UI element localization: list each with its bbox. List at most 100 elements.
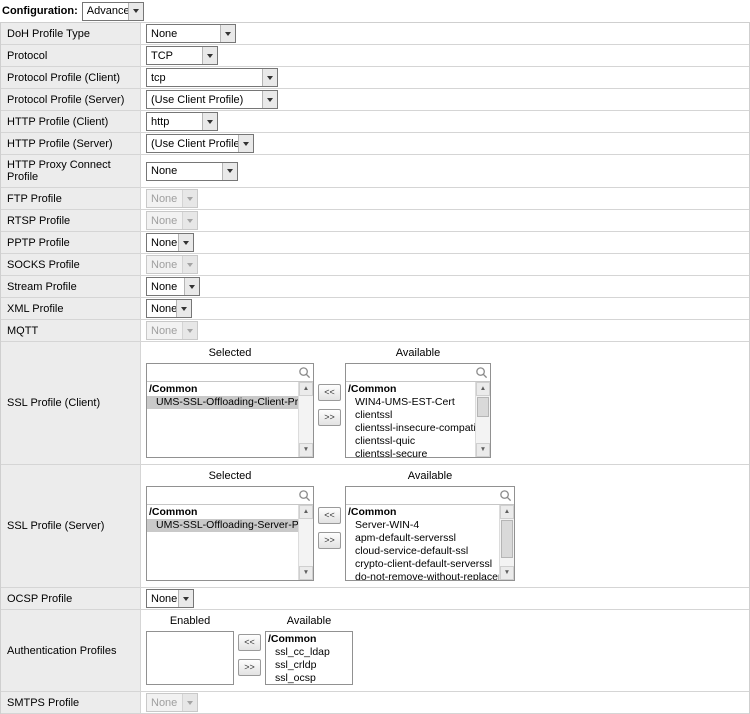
field-label: Protocol Profile (Client) [1,67,141,88]
http-profile-client-select[interactable]: http [146,112,218,131]
row-protocol-profile-client: Protocol Profile (Client) tcp [1,67,749,89]
scrollbar[interactable]: ▲ ▼ [298,505,313,580]
ssl-client-selected-filter-input[interactable] [147,364,313,381]
list-item[interactable]: apm-default-serverssl [346,532,499,545]
ssl-client-move-right-button[interactable]: >> [318,409,341,426]
chevron-down-icon [128,3,143,20]
chevron-down-icon [178,590,193,607]
auth-move-right-button[interactable]: >> [238,659,261,676]
scroll-down-button[interactable]: ▼ [299,566,313,580]
search-icon [298,366,311,379]
protocol-profile-client-select[interactable]: tcp [146,68,278,87]
row-ftp-profile: FTP Profile None [1,188,749,210]
partition-group-label: /Common [346,506,499,519]
list-item[interactable]: clientssl [346,409,475,422]
http-proxy-connect-profile-select[interactable]: None [146,162,238,181]
row-pptp-profile: PPTP Profile None [1,232,749,254]
protocol-select[interactable]: TCP [146,46,218,65]
configuration-select[interactable]: Advanced [82,2,144,21]
chevron-down-icon [262,69,277,86]
row-smtps-profile: SMTPS Profile None [1,692,749,714]
xml-profile-select[interactable]: None [146,299,192,318]
ssl-client-move-left-button[interactable]: << [318,384,341,401]
protocol-profile-server-select[interactable]: (Use Client Profile) [146,90,278,109]
doh-profile-type-select[interactable]: None [146,24,236,43]
scroll-up-button[interactable]: ▲ [476,382,490,396]
chevron-down-icon [262,91,277,108]
row-rtsp-profile: RTSP Profile None [1,210,749,232]
search-icon [298,489,311,502]
configuration-select-value: Advanced [87,5,128,17]
available-column-header: Available [265,614,353,631]
ssl-server-selected-listbox[interactable]: /Common UMS-SSL-Offloading-Server-Profil… [147,505,313,580]
list-item[interactable]: ssl_crldp [266,659,352,672]
scroll-up-button[interactable]: ▲ [500,505,514,519]
auth-move-left-button[interactable]: << [238,634,261,651]
row-ssl-profile-server: SSL Profile (Server) Selected /Com [1,465,749,588]
list-item[interactable]: do-not-remove-without-replacement [346,571,499,580]
stream-profile-select[interactable]: None [146,277,200,296]
enabled-column-header: Enabled [146,614,234,631]
list-item[interactable]: ssl_cc_ldap [266,646,352,659]
chevron-down-icon [238,135,253,152]
list-item[interactable]: clientssl-secure [346,448,475,457]
field-label: SMTPS Profile [1,692,141,713]
socks-profile-select: None [146,255,198,274]
http-profile-server-select[interactable]: (Use Client Profile) [146,134,254,153]
list-item[interactable]: ssl_ocsp [266,672,352,684]
ssl-client-available-filter-input[interactable] [346,364,490,381]
scrollbar[interactable]: ▲ ▼ [298,382,313,457]
auth-available-listbox[interactable]: /Common ssl_cc_ldap ssl_crldp ssl_ocsp [266,632,352,684]
chevron-down-icon [182,322,197,339]
ocsp-profile-select[interactable]: None [146,589,194,608]
smtps-profile-select: None [146,693,198,712]
list-item[interactable]: Server-WIN-4 [346,519,499,532]
scrollbar-thumb[interactable] [477,397,489,417]
list-item[interactable]: WIN4-UMS-EST-Cert [346,396,475,409]
rtsp-profile-select: None [146,211,198,230]
list-item[interactable]: UMS-SSL-Offloading-Server-Profile [147,519,298,532]
available-column-header: Available [345,346,491,363]
ssl-client-available-listbox[interactable]: /Common WIN4-UMS-EST-Cert clientssl clie… [346,382,490,457]
chevron-down-icon [202,47,217,64]
list-item[interactable]: crypto-client-default-serverssl [346,558,499,571]
scroll-down-button[interactable]: ▼ [299,443,313,457]
search-icon [475,366,488,379]
list-item[interactable]: cloud-service-default-ssl [346,545,499,558]
scrollbar-thumb[interactable] [501,520,513,558]
ssl-server-available-listbox[interactable]: /Common Server-WIN-4 apm-default-servers… [346,505,514,580]
row-stream-profile: Stream Profile None [1,276,749,298]
list-item[interactable]: clientssl-quic [346,435,475,448]
scroll-up-button[interactable]: ▲ [299,382,313,396]
partition-group-label: /Common [266,633,352,646]
ssl-client-selected-listbox[interactable]: /Common UMS-SSL-Offloading-Client-Profil… [147,382,313,457]
row-xml-profile: XML Profile None [1,298,749,320]
auth-enabled-listbox[interactable] [147,632,233,684]
row-mqtt: MQTT None [1,320,749,342]
scroll-down-button[interactable]: ▼ [500,566,514,580]
field-label: Stream Profile [1,276,141,297]
row-ocsp-profile: OCSP Profile None [1,588,749,610]
field-label: XML Profile [1,298,141,319]
ssl-server-move-left-button[interactable]: << [318,507,341,524]
selected-column-header: Selected [146,346,314,363]
scroll-up-button[interactable]: ▲ [299,505,313,519]
field-label: MQTT [1,320,141,341]
scrollbar[interactable]: ▲ ▼ [499,505,514,580]
ssl-server-selected-filter-input[interactable] [147,487,313,504]
scrollbar[interactable]: ▲ ▼ [475,382,490,457]
field-label: FTP Profile [1,188,141,209]
field-label: SSL Profile (Client) [1,342,141,464]
row-socks-profile: SOCKS Profile None [1,254,749,276]
ssl-server-available-filter-input[interactable] [346,487,514,504]
list-item[interactable]: clientssl-insecure-compatible [346,422,475,435]
field-label: SOCKS Profile [1,254,141,275]
ssl-server-move-right-button[interactable]: >> [318,532,341,549]
scroll-down-button[interactable]: ▼ [476,443,490,457]
list-item[interactable]: UMS-SSL-Offloading-Client-Profile [147,396,298,409]
row-http-proxy-connect-profile: HTTP Proxy Connect Profile None [1,155,749,188]
row-protocol: Protocol TCP [1,45,749,67]
field-label: Authentication Profiles [1,610,141,691]
pptp-profile-select[interactable]: None [146,233,194,252]
partition-group-label: /Common [147,383,298,396]
